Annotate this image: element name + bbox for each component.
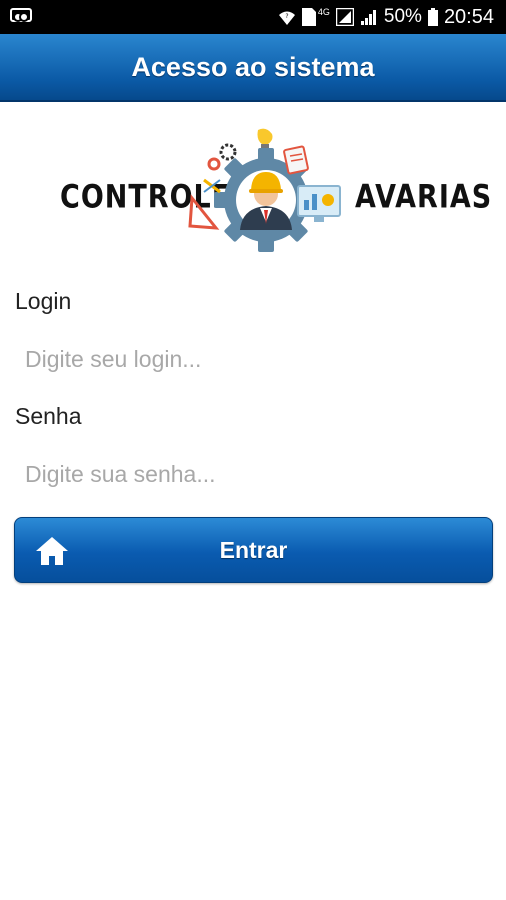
voicemail-icon <box>10 8 32 24</box>
status-bar: ? 4G 50% 20:54 <box>0 0 506 34</box>
svg-text:?: ? <box>285 13 288 20</box>
battery-icon <box>427 8 438 26</box>
login-input[interactable] <box>15 337 491 381</box>
signal-strength-icon <box>360 8 378 26</box>
sim-icon <box>301 8 316 26</box>
battery-percent: 50% <box>383 6 422 27</box>
app-logo: CONTROLE AVARIAS <box>0 128 506 252</box>
logo-text-right: AVARIAS <box>355 179 493 216</box>
password-input[interactable] <box>15 452 491 496</box>
login-label: Login <box>15 288 72 314</box>
submit-button[interactable]: Entrar <box>14 517 493 583</box>
app-bar: Acesso ao sistema <box>0 34 506 102</box>
wifi-icon: ? <box>278 9 296 25</box>
signal-icon <box>335 8 354 26</box>
status-icons: ? 4G 50% 20:54 <box>278 0 494 34</box>
clock: 20:54 <box>443 5 494 28</box>
password-label: Senha <box>15 403 82 429</box>
engineer-gear-icon <box>188 128 341 252</box>
submit-button-label: Entrar <box>219 537 288 563</box>
network-type-icon: 4G <box>317 7 330 17</box>
page-title: Acesso ao sistema <box>131 51 375 82</box>
